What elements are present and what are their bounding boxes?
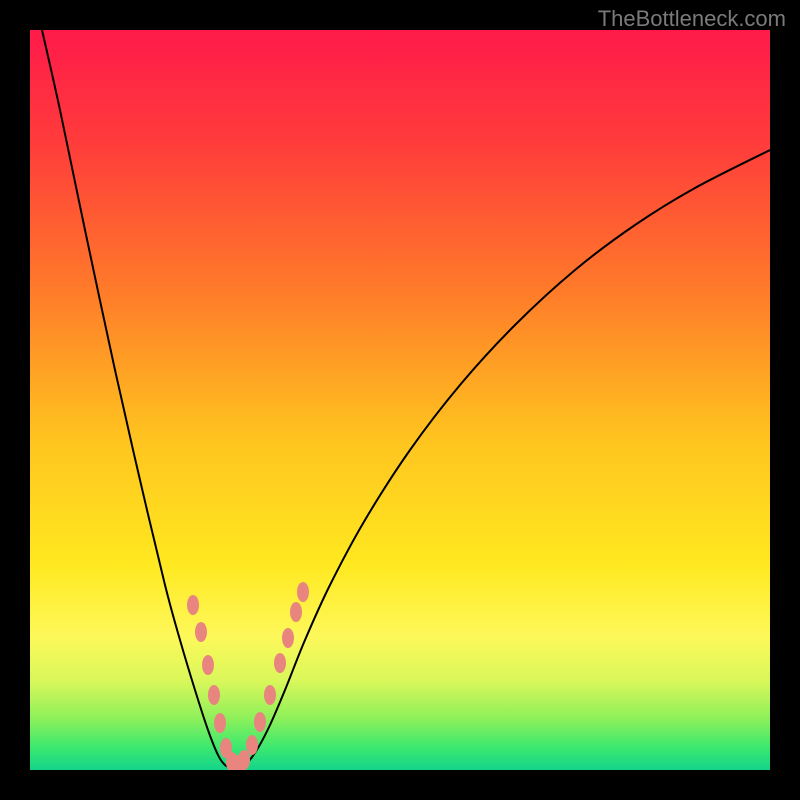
curve-layer	[30, 30, 770, 770]
marker-point	[282, 628, 294, 648]
chart-frame: TheBottleneck.com	[0, 0, 800, 800]
marker-point	[297, 582, 309, 602]
marker-point	[264, 685, 276, 705]
watermark-text: TheBottleneck.com	[598, 6, 786, 32]
marker-point	[274, 653, 286, 673]
marker-point	[238, 750, 250, 770]
plot-area	[30, 30, 770, 770]
marker-point	[208, 685, 220, 705]
marker-point	[202, 655, 214, 675]
marker-point	[254, 712, 266, 732]
marker-point	[214, 713, 226, 733]
bottleneck-curve	[42, 30, 770, 769]
marker-point	[187, 595, 199, 615]
marker-point	[290, 602, 302, 622]
marker-point	[246, 735, 258, 755]
marker-point	[195, 622, 207, 642]
